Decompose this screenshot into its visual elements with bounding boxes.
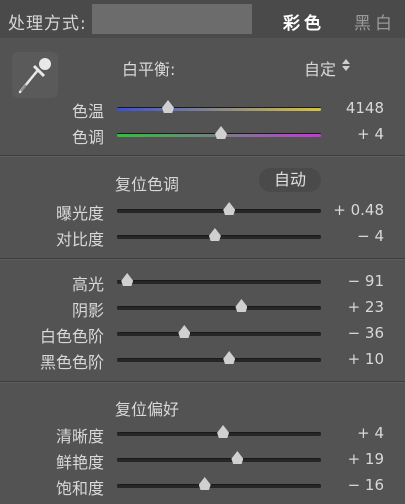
eyedropper-icon[interactable] <box>12 52 58 98</box>
slider-label-clarity: 清晰度 <box>55 427 104 446</box>
white-balance-label: 白平衡: <box>122 60 176 79</box>
slider-track-whites[interactable] <box>117 332 321 336</box>
slider-label-temp: 色温 <box>71 102 104 121</box>
slider-track-saturation[interactable] <box>117 484 321 488</box>
slider-value-highlights[interactable]: − 91 <box>332 272 384 290</box>
slider-label-exposure: 曝光度 <box>55 204 104 223</box>
slider-label-highlights: 高光 <box>71 275 104 294</box>
slider-label-contrast: 对比度 <box>55 230 104 249</box>
chevron-updown-icon[interactable] <box>341 57 351 73</box>
section-divider <box>0 258 405 260</box>
treatment-label: 处理方式: <box>8 14 87 34</box>
section-divider <box>0 155 405 157</box>
slider-value-temp[interactable]: 4148 <box>332 99 384 117</box>
slider-value-tint[interactable]: + 4 <box>332 125 384 143</box>
auto-tone-button[interactable]: 自动 <box>259 168 321 192</box>
treatment-bw-option[interactable]: 黑白 <box>354 9 396 34</box>
slider-label-saturation: 饱和度 <box>55 479 104 498</box>
slider-track-vibrance[interactable] <box>117 458 321 462</box>
slider-value-vibrance[interactable]: + 19 <box>332 450 384 468</box>
reset-presence-button[interactable]: 复位偏好 <box>115 396 179 420</box>
slider-track-blacks[interactable] <box>117 358 321 362</box>
slider-label-whites: 白色色阶 <box>39 327 104 346</box>
slider-track-highlights[interactable] <box>117 280 321 284</box>
slider-value-blacks[interactable]: + 10 <box>332 350 384 368</box>
slider-value-whites[interactable]: − 36 <box>332 324 384 342</box>
slider-track-temp[interactable] <box>117 107 321 111</box>
slider-label-shadows: 阴影 <box>71 301 104 320</box>
section-divider <box>0 381 405 383</box>
slider-value-saturation[interactable]: − 16 <box>332 476 384 494</box>
redacted-area <box>92 4 252 34</box>
slider-value-shadows[interactable]: + 23 <box>332 298 384 316</box>
slider-value-exposure[interactable]: + 0.48 <box>332 201 384 219</box>
slider-value-contrast[interactable]: − 4 <box>332 227 384 245</box>
slider-value-clarity[interactable]: + 4 <box>332 424 384 442</box>
slider-track-shadows[interactable] <box>117 306 321 310</box>
treatment-color-option[interactable]: 彩色 <box>283 9 325 34</box>
slider-label-tint: 色调 <box>71 128 104 147</box>
slider-label-vibrance: 鲜艳度 <box>55 453 104 472</box>
slider-track-exposure[interactable] <box>117 209 321 213</box>
reset-tone-button[interactable]: 复位色调 <box>115 171 179 195</box>
white-balance-select[interactable]: 自定 <box>304 56 336 80</box>
slider-label-blacks: 黑色色阶 <box>39 353 104 372</box>
